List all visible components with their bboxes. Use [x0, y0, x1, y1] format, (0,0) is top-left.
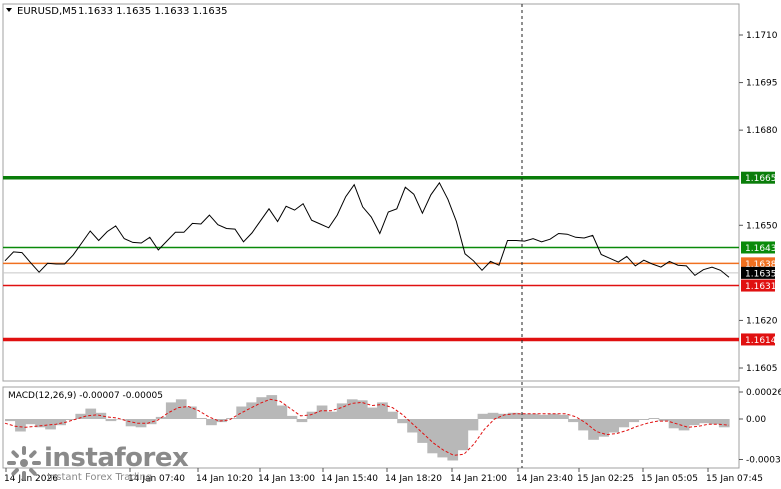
- macd-bar: [688, 419, 700, 426]
- level-tag-label: 1.1635: [745, 269, 777, 279]
- macd-bar: [517, 413, 529, 419]
- macd-tick-label: -0.00039: [746, 456, 781, 466]
- macd-bar: [548, 413, 559, 419]
- macd-bar: [246, 402, 257, 419]
- macd-bar: [487, 412, 499, 419]
- macd-bar: [326, 411, 338, 419]
- macd-bar: [5, 419, 16, 422]
- macd-bar: [568, 419, 579, 423]
- macd-bar: [15, 419, 26, 432]
- brand-name: instaforex: [44, 443, 189, 473]
- time-tick-label: 14 Jan 15:40: [321, 474, 378, 484]
- macd-bar: [618, 419, 630, 428]
- price-tick-label: 1.1605: [746, 364, 778, 374]
- instaforex-mark-icon: [7, 446, 41, 480]
- macd-bar: [45, 419, 56, 430]
- macd-bar: [236, 406, 247, 419]
- macd-bar: [316, 405, 328, 419]
- macd-bar: [648, 418, 660, 419]
- macd-bar: [196, 418, 207, 419]
- macd-tick-label: 0.00026: [746, 388, 781, 398]
- time-tick-label: 14 Jan 10:20: [196, 474, 253, 484]
- macd-bar: [708, 419, 720, 425]
- price-tick-label: 1.1650: [746, 221, 778, 231]
- time-tick-label: 14 Jan 21:00: [450, 474, 507, 484]
- macd-axis: 0.00026 0.00 -0.00039: [739, 388, 781, 466]
- macd-bar: [638, 419, 650, 420]
- macd-bar: [276, 405, 288, 419]
- macd-bar: [367, 407, 378, 419]
- price-tick-label: 1.1680: [746, 126, 778, 136]
- level-tag-label: 1.1631: [745, 282, 777, 292]
- macd-label: MACD(12,26,9) -0.00007 -0.00005: [8, 391, 163, 401]
- ohlc-values: 1.1633 1.1635 1.1633 1.1635: [78, 6, 228, 17]
- macd-bar: [668, 419, 680, 429]
- level-tag-label: 1.1643: [745, 244, 777, 254]
- macd-bar: [25, 419, 36, 425]
- symbol-label: EURUSD,M5: [17, 6, 77, 17]
- price-axis: 1.1710 1.1695 1.1680 1.1650 1.1620 1.1605: [739, 31, 778, 374]
- macd-bar: [387, 411, 398, 419]
- macd-bar: [427, 419, 438, 454]
- time-tick-label: 15 Jan 05:05: [641, 474, 698, 484]
- price-tick-label: 1.1695: [746, 79, 778, 89]
- macd-bar: [527, 413, 539, 419]
- macd-bar: [537, 414, 549, 419]
- macd-bar: [266, 395, 278, 419]
- macd-bar: [417, 419, 428, 443]
- macd-bar: [186, 406, 197, 419]
- macd-bar: [397, 419, 408, 424]
- brand-tagline: Instant Forex Trading: [47, 472, 153, 483]
- time-tick-label: 14 Jan 13:00: [258, 474, 315, 484]
- main-panel: [2, 3, 740, 382]
- macd-bar: [718, 419, 730, 428]
- macd-bar: [457, 419, 469, 451]
- level-tag-label: 1.1665: [745, 174, 777, 184]
- price-tick-label: 1.1620: [746, 316, 778, 326]
- chart-header: EURUSD,M5 1.1633 1.1635 1.1633 1.1635: [6, 6, 228, 17]
- macd-bar: [346, 399, 358, 419]
- macd-bar: [628, 419, 640, 423]
- price-tick-label: 1.1710: [746, 31, 778, 41]
- time-tick-label: 14 Jan 23:40: [516, 474, 573, 484]
- macd-bar: [296, 419, 308, 423]
- level-tag-label: 1.1614: [745, 336, 777, 346]
- macd-bar: [467, 419, 479, 431]
- macd-bar: [608, 419, 619, 433]
- macd-bar: [497, 413, 509, 419]
- time-tick-label: 15 Jan 02:25: [577, 474, 634, 484]
- macd-bar: [105, 419, 117, 422]
- macd-bar: [477, 413, 489, 419]
- instaforex-logo: instaforex Instant Forex Trading: [4, 441, 189, 485]
- macd-bar: [175, 399, 187, 419]
- macd-bar: [115, 419, 127, 420]
- price-chart[interactable]: EURUSD,M5 1.1633 1.1635 1.1633 1.1635 MA…: [0, 0, 781, 489]
- macd-bar: [286, 415, 298, 419]
- macd-bar: [85, 408, 97, 419]
- time-tick-label: 14 Jan 18:20: [385, 474, 442, 484]
- time-tick-label: 15 Jan 07:45: [706, 474, 763, 484]
- macd-bar: [558, 414, 569, 419]
- macd-bar: [256, 397, 268, 419]
- macd-bar: [698, 419, 710, 424]
- macd-tick-label: 0.00: [746, 415, 766, 425]
